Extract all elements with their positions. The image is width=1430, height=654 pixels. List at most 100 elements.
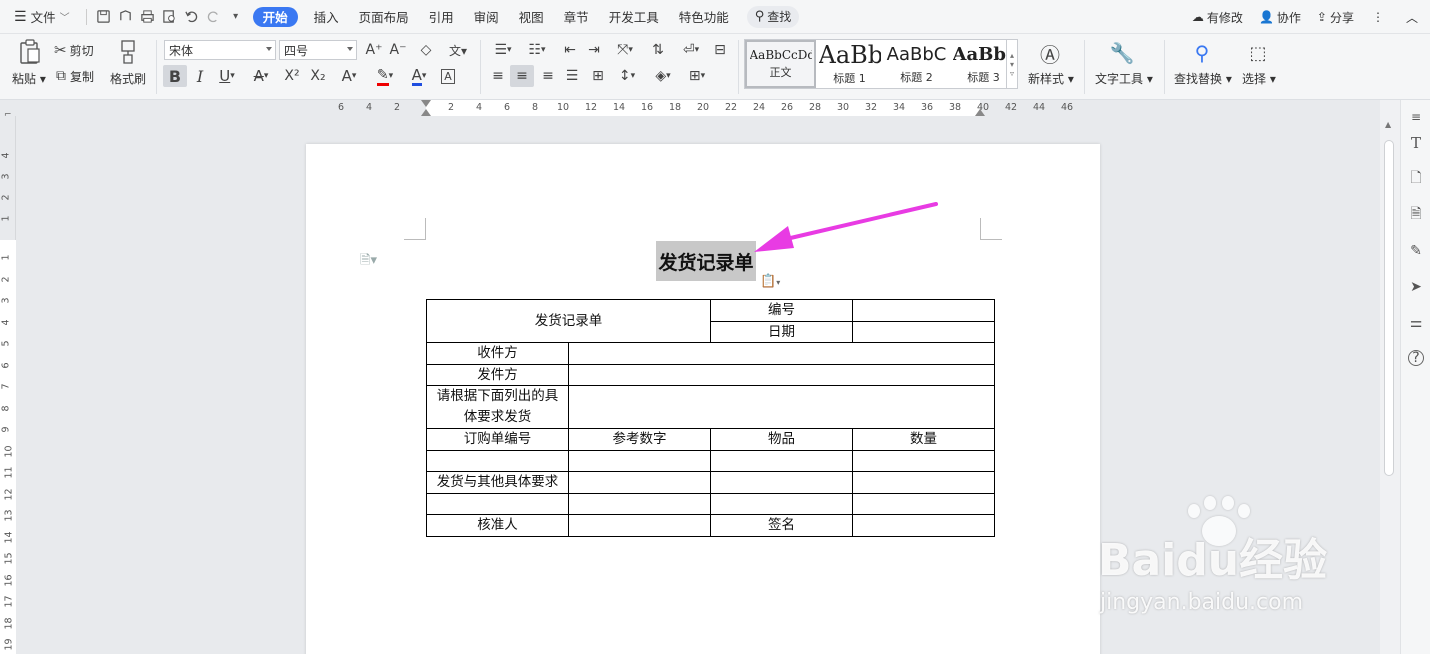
sidebar-collapse-icon[interactable]: ≡ bbox=[1407, 108, 1425, 126]
paste-button[interactable] bbox=[14, 38, 46, 66]
tab-insert[interactable]: 插入 bbox=[304, 5, 349, 29]
chinese-layout-button[interactable]: ⤧ ▾ bbox=[610, 39, 640, 61]
document-icon[interactable]: 🗋 bbox=[1407, 170, 1425, 188]
paste-options-button[interactable]: 📋▾ bbox=[760, 274, 780, 289]
bold-button[interactable]: B bbox=[163, 65, 187, 87]
text-tools-button[interactable]: 🔧 bbox=[1108, 40, 1136, 66]
receiver-label-cell[interactable]: 收件方 bbox=[426, 342, 569, 365]
tab-references[interactable]: 引用 bbox=[419, 5, 464, 29]
cursor-icon[interactable]: ➤ bbox=[1407, 278, 1425, 296]
table-cell[interactable] bbox=[568, 449, 711, 472]
tab-review[interactable]: 审阅 bbox=[464, 5, 509, 29]
align-left-button[interactable]: ≡ bbox=[486, 65, 510, 87]
style-gallery-scroll[interactable]: ▴ ▾ ▿ bbox=[1006, 39, 1018, 89]
style-heading-1[interactable]: AaBb 标题 1 bbox=[816, 40, 883, 88]
print-button[interactable] bbox=[137, 6, 159, 28]
cut-button[interactable]: ✂ 剪切 bbox=[54, 40, 94, 60]
approver-value-cell[interactable] bbox=[568, 514, 711, 537]
more-options-button[interactable]: ⋮ bbox=[1362, 10, 1394, 24]
date-value-cell[interactable] bbox=[852, 320, 995, 343]
phonetic-guide-button[interactable]: 文▾ bbox=[442, 39, 474, 61]
print-preview-button[interactable] bbox=[159, 6, 181, 28]
search-command[interactable]: ⚲ 查找 bbox=[746, 5, 800, 28]
line-spacing-button[interactable]: ↕ ▾ bbox=[612, 65, 642, 87]
other-requirements-cell[interactable]: 发货与其他具体要求 bbox=[426, 471, 569, 494]
clear-format-button[interactable]: ◇ bbox=[414, 39, 438, 61]
align-right-button[interactable]: ≡ bbox=[536, 65, 560, 87]
bullets-button[interactable]: ☰ ▾ bbox=[488, 39, 518, 61]
signature-value-cell[interactable] bbox=[852, 514, 995, 537]
sender-label-cell[interactable]: 发件方 bbox=[426, 363, 569, 386]
table-cell[interactable] bbox=[710, 471, 853, 494]
style-normal[interactable]: AaBbCcDd 正文 bbox=[745, 40, 816, 88]
sliders-icon[interactable]: ⚌ bbox=[1407, 314, 1425, 332]
undo-button[interactable] bbox=[181, 6, 203, 28]
paragraph-options-icon[interactable]: 🗎▾ bbox=[360, 251, 377, 273]
indent-marker[interactable] bbox=[421, 109, 431, 116]
document-title[interactable]: 发货记录单 bbox=[656, 241, 756, 281]
column-header-qty[interactable]: 数量 bbox=[852, 428, 995, 451]
align-center-button[interactable]: ≡ bbox=[510, 65, 534, 87]
sort-button[interactable]: ⇅ bbox=[646, 39, 670, 61]
text-format-icon[interactable]: T bbox=[1407, 134, 1425, 152]
tab-stops-button[interactable]: ⊟ bbox=[708, 39, 732, 61]
number-label-cell[interactable]: 编号 bbox=[710, 299, 853, 322]
tab-special-features[interactable]: 特色功能 bbox=[669, 5, 739, 29]
underline-button[interactable]: U ▾ bbox=[212, 65, 242, 87]
increase-indent-button[interactable]: ⇥ bbox=[582, 39, 606, 61]
save-button[interactable] bbox=[93, 6, 115, 28]
borders-button[interactable]: ⊞ ▾ bbox=[682, 65, 712, 87]
table-cell[interactable] bbox=[568, 471, 711, 494]
date-label-cell[interactable]: 日期 bbox=[710, 320, 853, 343]
increase-font-button[interactable]: A⁺ bbox=[362, 39, 386, 61]
superscript-button[interactable]: X² bbox=[280, 65, 304, 87]
tab-home[interactable]: 开始 bbox=[252, 6, 298, 27]
new-style-button[interactable]: Ⓐ bbox=[1036, 40, 1064, 67]
subscript-button[interactable]: X₂ bbox=[306, 65, 330, 87]
decrease-font-button[interactable]: A⁻ bbox=[386, 39, 410, 61]
number-value-cell[interactable] bbox=[852, 299, 995, 322]
file-menu[interactable]: ☰ 文件 ﹀ bbox=[0, 5, 80, 29]
table-cell[interactable] bbox=[426, 449, 569, 472]
vertical-ruler[interactable]: 4 3 2 1 1 2 3 4 5 6 7 8 9 10 11 12 13 14 15 16 17 18 19 bbox=[0, 116, 16, 654]
font-color-button[interactable]: A ▾ bbox=[404, 65, 434, 87]
tab-chapter[interactable]: 章节 bbox=[554, 5, 599, 29]
column-header-ref-no[interactable]: 参考数字 bbox=[568, 428, 711, 451]
table-cell[interactable] bbox=[852, 449, 995, 472]
show-marks-button[interactable]: ⏎ ▾ bbox=[676, 39, 706, 61]
format-painter-button[interactable] bbox=[116, 38, 140, 66]
table-cell[interactable] bbox=[710, 492, 853, 515]
text-effect-button[interactable]: A ▾ bbox=[334, 65, 364, 87]
justify-button[interactable]: ☰ bbox=[560, 65, 584, 87]
table-cell[interactable] bbox=[426, 492, 569, 515]
numbering-button[interactable]: ☷ ▾ bbox=[522, 39, 552, 61]
shading-button[interactable]: ◈ ▾ bbox=[648, 65, 678, 87]
indent-marker[interactable] bbox=[421, 100, 431, 107]
horizontal-ruler[interactable]: 6 4 2 2 4 6 8 10 12 14 16 18 20 22 24 26 28 30 32 34 36 38 40 4… bbox=[0, 100, 1380, 116]
tab-page-layout[interactable]: 页面布局 bbox=[349, 5, 419, 29]
decrease-indent-button[interactable]: ⇤ bbox=[558, 39, 582, 61]
table-header-title[interactable]: 发货记录单 bbox=[426, 299, 711, 343]
signature-label-cell[interactable]: 签名 bbox=[710, 514, 853, 537]
collaborate-button[interactable]: 👤 协作 bbox=[1251, 9, 1309, 26]
redo-button[interactable] bbox=[203, 6, 225, 28]
document-settings-icon[interactable]: 🗎 bbox=[1407, 206, 1425, 224]
right-indent-marker[interactable] bbox=[975, 109, 985, 116]
pen-icon[interactable]: ✎ bbox=[1407, 242, 1425, 260]
sender-value-cell[interactable] bbox=[568, 363, 995, 386]
vertical-scrollbar[interactable]: ▲ bbox=[1380, 100, 1400, 654]
highlight-button[interactable]: ✎ ▾ bbox=[370, 65, 400, 87]
table-cell[interactable] bbox=[568, 492, 711, 515]
column-header-item[interactable]: 物品 bbox=[710, 428, 853, 451]
customize-quick-access-button[interactable]: ▾ bbox=[225, 6, 247, 28]
table-cell[interactable] bbox=[710, 449, 853, 472]
character-border-button[interactable]: A bbox=[436, 65, 460, 87]
italic-button[interactable]: I bbox=[188, 65, 212, 87]
receiver-value-cell[interactable] bbox=[568, 342, 995, 365]
column-header-order-no[interactable]: 订购单编号 bbox=[426, 428, 569, 451]
distributed-align-button[interactable]: ⊞ bbox=[586, 65, 610, 87]
style-heading-2[interactable]: AaBbC 标题 2 bbox=[883, 40, 950, 88]
font-name-select[interactable]: 宋体 bbox=[164, 40, 276, 60]
tab-developer[interactable]: 开发工具 bbox=[599, 5, 669, 29]
share-button[interactable]: ⇪ 分享 bbox=[1309, 9, 1362, 26]
